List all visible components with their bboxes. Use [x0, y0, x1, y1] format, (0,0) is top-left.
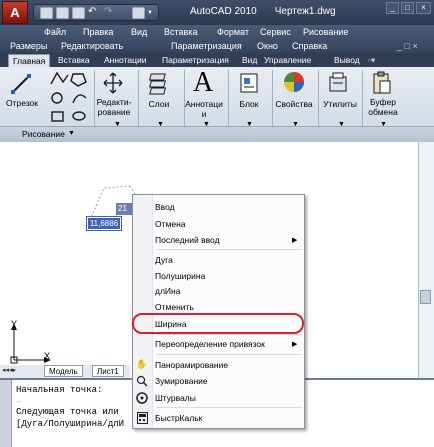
dynamic-input-length-field[interactable]: 11,6886: [86, 216, 122, 231]
tab-home[interactable]: Главная: [8, 54, 51, 67]
tab-parametric[interactable]: Параметризация: [158, 54, 233, 67]
line-tool-label[interactable]: Отрезок: [4, 98, 40, 108]
menu-item-arc[interactable]: Дуга: [155, 255, 173, 265]
menu-item-enter[interactable]: Ввод: [155, 202, 175, 212]
application-menu-button[interactable]: A: [2, 1, 28, 24]
submenu-arrow-icon: ▶: [292, 341, 298, 348]
command-line-grip[interactable]: [0, 380, 12, 447]
draw-panel-title[interactable]: Рисование: [22, 129, 65, 139]
window-title: AutoCAD 2010 Чертеж1.dwg: [190, 6, 336, 17]
clipboard-label[interactable]: Буфер обмена: [363, 97, 403, 117]
menu-dimensions[interactable]: Размеры: [10, 41, 47, 51]
menu-item-pan[interactable]: Панорамирование: [155, 360, 228, 370]
command-history-line: Следующая точка или: [16, 407, 119, 417]
menu-item-halfwidth[interactable]: Полуширина: [155, 271, 205, 281]
tab-nav-arrows-icon[interactable]: ◂◂◂▸: [2, 366, 16, 374]
annotations-label[interactable]: Аннотаци и: [184, 99, 224, 119]
menu-modify[interactable]: Редактировать: [61, 41, 123, 51]
ribbon-panel-title-bar: Рисование ▼: [0, 126, 434, 142]
maximize-icon[interactable]: □: [401, 2, 414, 14]
command-history-line: Начальная точка:: [16, 385, 103, 395]
menu-item-undo[interactable]: Отменить: [155, 302, 194, 312]
ucs-y-label: Y: [11, 319, 18, 329]
annotation-text-icon[interactable]: A: [193, 69, 213, 97]
vertical-scrollbar[interactable]: [418, 142, 434, 378]
menu-draw[interactable]: Рисование: [303, 27, 348, 37]
quick-access-toolbar: ↶ ↷ ▼: [33, 4, 159, 21]
scrollbar-thumb[interactable]: [420, 290, 431, 304]
menu-tools[interactable]: Сервис: [260, 27, 291, 37]
layers-label[interactable]: Слои: [140, 99, 178, 109]
properties-icon[interactable]: [283, 71, 305, 93]
autocad-window: A ↶ ↷ ▼ AutoCAD 2010 Чертеж1.dwg _ □ × Фа…: [0, 0, 434, 447]
menu-item-steering-wheels[interactable]: Штурвалы: [155, 393, 196, 403]
line-tool-icon[interactable]: [10, 73, 32, 95]
new-file-icon[interactable]: [40, 7, 53, 19]
edit-panel-label[interactable]: Редакти- рование: [94, 97, 134, 117]
tab-view[interactable]: Вид: [238, 54, 261, 67]
chevron-down-icon[interactable]: ▼: [147, 7, 160, 19]
redo-icon[interactable]: ↷: [104, 7, 117, 19]
menu-parametric[interactable]: Параметризация: [171, 41, 242, 51]
clipboard-icon[interactable]: [372, 71, 392, 95]
ribbon-toggle-icon[interactable]: ▫▾: [364, 54, 379, 67]
menu-file[interactable]: Файл: [44, 27, 66, 37]
menu-item-cancel[interactable]: Отмена: [155, 219, 186, 229]
layers-icon[interactable]: [149, 71, 171, 97]
highlight-ring: [132, 313, 304, 334]
menu-minimize-icon[interactable]: _ □ ×: [397, 41, 418, 51]
menu-item-quickcalc[interactable]: БыстрКальк: [155, 413, 202, 423]
print-icon[interactable]: [132, 7, 145, 19]
utilities-icon[interactable]: [328, 72, 348, 94]
menu-bar: Файл Правка Вид Вставка Формат Сервис Ри…: [0, 25, 434, 53]
block-icon[interactable]: [239, 72, 259, 94]
block-label[interactable]: Блок: [230, 99, 268, 109]
properties-label[interactable]: Свойства: [272, 99, 316, 109]
open-file-icon[interactable]: [56, 7, 69, 19]
submenu-arrow-icon: ▶: [292, 237, 298, 244]
move-icon[interactable]: [103, 72, 123, 94]
menu-help[interactable]: Справка: [292, 41, 327, 51]
undo-icon[interactable]: ↶: [88, 7, 101, 19]
utilities-label[interactable]: Утилиты: [320, 99, 360, 109]
tab-insert[interactable]: Вставка: [54, 54, 94, 67]
menu-item-recent-input[interactable]: Последний ввод: [155, 235, 220, 245]
menu-format[interactable]: Формат: [217, 27, 249, 37]
menu-view[interactable]: Вид: [131, 27, 147, 37]
tab-annotate[interactable]: Аннотации: [100, 54, 151, 67]
menu-item-length[interactable]: длИна: [155, 286, 180, 296]
save-icon[interactable]: [72, 7, 85, 19]
tab-output[interactable]: Вывод: [330, 54, 364, 67]
ribbon-tab-bar: Главная Вставка Аннотации Параметризация…: [0, 53, 434, 67]
menu-window[interactable]: Окно: [257, 41, 278, 51]
close-icon[interactable]: ×: [416, 2, 431, 14]
menu-separator: [156, 334, 302, 335]
menu-item-snap-overrides[interactable]: Переопределение привязок: [155, 339, 265, 349]
menu-insert[interactable]: Вставка: [164, 27, 197, 37]
minimize-icon[interactable]: _: [386, 2, 399, 14]
pan-icon: ✋: [136, 359, 148, 369]
tab-manage[interactable]: Управление: [260, 54, 315, 67]
menu-separator: [156, 407, 302, 408]
layout-tabs: ◂◂◂▸ Модель Лист1: [0, 365, 130, 378]
zoom-icon: [136, 375, 148, 387]
ucs-x-label: X: [44, 351, 51, 361]
command-prompt-line[interactable]: [Дуга/Полуширина/длИ: [16, 419, 124, 429]
menu-separator: [156, 354, 302, 355]
tab-model[interactable]: Модель: [44, 365, 83, 377]
command-history-separator: –: [16, 397, 22, 407]
menu-separator: [156, 249, 302, 250]
tab-layout1[interactable]: Лист1: [92, 365, 124, 377]
calculator-icon: [137, 412, 148, 424]
menu-item-zoom[interactable]: Зумирование: [155, 376, 208, 386]
steering-wheel-icon: [136, 392, 148, 404]
draw-tools-grid: [50, 71, 87, 122]
chevron-down-icon[interactable]: ▼: [68, 130, 75, 137]
menu-edit[interactable]: Правка: [83, 27, 113, 37]
